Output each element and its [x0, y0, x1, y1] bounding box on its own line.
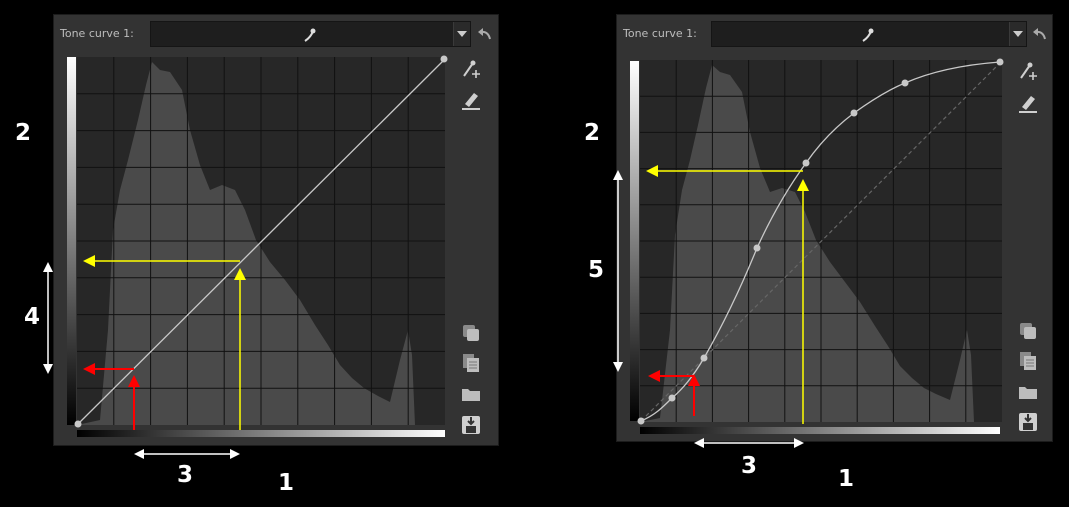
- label-5: 5: [588, 257, 604, 283]
- label-3: 3: [741, 453, 757, 479]
- curve-graph-right[interactable]: [630, 58, 1004, 435]
- input-gradient-bar: [77, 430, 445, 437]
- label-1: 1: [838, 466, 854, 492]
- curve-point: [440, 55, 448, 63]
- label-3: 3: [177, 462, 193, 488]
- output-gradient-bar: [67, 57, 76, 425]
- curve-point: [637, 417, 645, 425]
- curve-point: [753, 244, 761, 252]
- tone-curve-graphs: 2 4 3 1 2 5 3 1: [15, 55, 1004, 496]
- curve-point: [668, 394, 676, 402]
- label-2: 2: [15, 120, 31, 146]
- curve-point: [996, 58, 1004, 66]
- curve-point: [74, 420, 82, 428]
- curve-point: [850, 109, 858, 117]
- curve-point: [901, 79, 909, 87]
- label-1: 1: [278, 470, 294, 496]
- label-2: 2: [584, 120, 600, 146]
- curve-graph-left[interactable]: [67, 55, 448, 438]
- output-gradient-bar: [630, 61, 639, 421]
- curve-point: [700, 354, 708, 362]
- label-4: 4: [24, 304, 40, 330]
- input-gradient-bar: [640, 427, 1000, 434]
- curve-point: [802, 159, 810, 167]
